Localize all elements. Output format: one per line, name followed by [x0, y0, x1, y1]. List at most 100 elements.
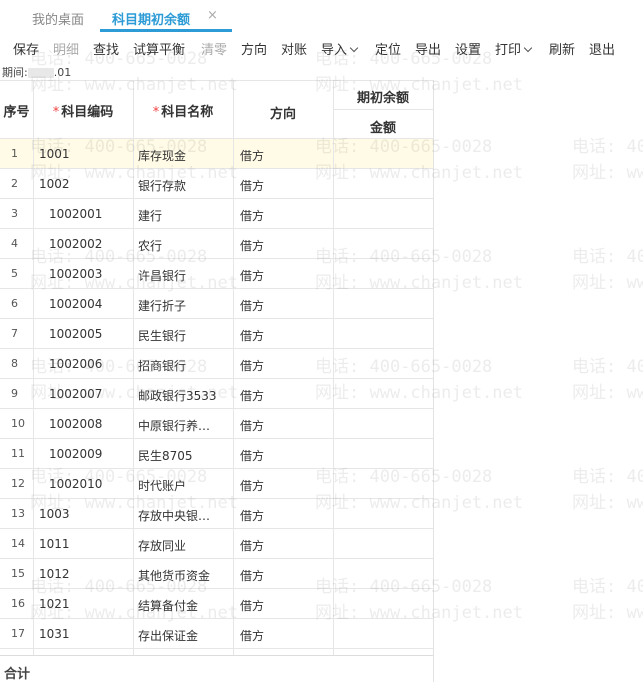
toolbar-button[interactable]: 保存	[13, 39, 39, 58]
toolbar-button[interactable]: 对账	[281, 39, 307, 58]
toolbar-button-label: 对账	[281, 43, 308, 58]
toolbar-button[interactable]: 清零	[201, 39, 227, 58]
watermark-text: 电话: 400-665-0028	[572, 577, 643, 597]
table-row[interactable]: 14 1011 存放同业 借方	[0, 529, 433, 559]
account-name: 民生8705	[138, 449, 193, 463]
chevron-down-icon	[349, 43, 359, 53]
tab-my-desktop[interactable]: 我的桌面	[32, 9, 84, 28]
toolbar-button[interactable]: 刷新	[549, 39, 575, 58]
row-index: 6	[11, 297, 18, 310]
row-index: 10	[11, 417, 25, 430]
balance-direction: 借方	[240, 389, 265, 403]
column-header-direction: 方向	[269, 107, 296, 122]
toolbar-button-label: 清零	[201, 43, 228, 58]
table-row[interactable]: 12 1002010 时代账户 借方	[0, 469, 433, 499]
watermark-text: 电话: 400-665-0028	[572, 247, 643, 267]
period-line: 期间: .01	[2, 64, 71, 80]
table-row[interactable]: 11 1002009 民生8705 借方	[0, 439, 433, 469]
account-name: 结算备付金	[138, 599, 199, 613]
balance-direction: 借方	[240, 209, 265, 223]
table-row[interactable]: 5 1002003 许昌银行 借方	[0, 259, 433, 289]
table-row[interactable]: 9 1002007 邮政银行3533 借方	[0, 379, 433, 409]
account-name: 中原银行养…	[138, 419, 211, 433]
column-header-opening-balance: 期初余额	[356, 91, 409, 106]
table-row[interactable]: 10 1002008 中原银行养… 借方	[0, 409, 433, 439]
account-name: 许昌银行	[138, 269, 187, 283]
account-code: 1002	[39, 177, 70, 191]
table-row[interactable]: 2 1002 银行存款 借方	[0, 169, 433, 199]
row-index: 7	[11, 327, 18, 340]
table-row[interactable]: 1 1001 库存现金 借方	[0, 139, 433, 169]
balance-grid: 序号 * 科目编码 * 科目名称 方向 期初余额 金额 1 1001 库存现金 借方 2 10…	[0, 80, 434, 682]
account-code: 1002006	[49, 357, 103, 371]
balance-direction: 借方	[240, 329, 265, 343]
table-row[interactable]: 13 1003 存放中央银… 借方	[0, 499, 433, 529]
toolbar-button-label: 导出	[415, 43, 442, 58]
account-name: 存放中央银…	[138, 509, 211, 523]
tab-bar: 我的桌面 科目期初余额 ×	[0, 0, 643, 34]
toolbar-button[interactable]: 试算平衡	[133, 39, 185, 58]
close-icon[interactable]: ×	[207, 8, 218, 23]
account-name: 农行	[138, 239, 163, 253]
toolbar: 保存 明细 查找 试算平衡 清零 方向 对账 导入 定位 导出 设置 打印 刷新 退出	[0, 36, 643, 58]
table-row[interactable]: 3 1002001 建行 借方	[0, 199, 433, 229]
row-index: 11	[11, 447, 25, 460]
required-mark: *	[52, 105, 60, 120]
balance-direction: 借方	[240, 299, 265, 313]
period-year-masked	[27, 68, 54, 78]
toolbar-button[interactable]: 打印	[495, 39, 533, 58]
table-row[interactable]: 4 1002002 农行 借方	[0, 229, 433, 259]
balance-direction: 借方	[240, 269, 265, 283]
table-row[interactable]: 15 1012 其他货币资金 借方	[0, 559, 433, 589]
watermark-text: 电话: 400-665-0028	[572, 137, 643, 157]
account-code: 1002005	[49, 327, 103, 341]
balance-direction: 借方	[240, 629, 265, 643]
table-row[interactable]: 6 1002004 建行折子 借方	[0, 289, 433, 319]
toolbar-button[interactable]: 方向	[241, 39, 267, 58]
toolbar-button-label: 设置	[455, 43, 482, 58]
toolbar-button[interactable]: 定位	[375, 39, 401, 58]
watermark-text: 网址: www.chanjet.net	[572, 163, 643, 183]
toolbar-button-label: 明细	[53, 43, 80, 58]
account-code: 1002003	[49, 267, 103, 281]
account-name: 其他货币资金	[138, 569, 211, 583]
header-divider	[0, 80, 433, 81]
account-code: 1002008	[49, 417, 103, 431]
balance-direction: 借方	[240, 449, 265, 463]
row-index: 16	[11, 597, 25, 610]
toolbar-button[interactable]: 导出	[415, 39, 441, 58]
chevron-down-icon	[523, 43, 533, 53]
active-tab-indicator	[100, 29, 232, 32]
watermark-text: 网址: www.chanjet.net	[572, 603, 643, 623]
account-code: 1002009	[49, 447, 103, 461]
toolbar-button[interactable]: 查找	[93, 39, 119, 58]
table-row[interactable]: 16 1021 结算备付金 借方	[0, 589, 433, 619]
row-index: 3	[11, 207, 18, 220]
watermark-text: 网址: www.chanjet.net	[572, 273, 643, 293]
header-divider	[333, 109, 433, 110]
row-index: 17	[11, 627, 25, 640]
account-name: 存放同业	[138, 539, 187, 553]
toolbar-button-label: 定位	[375, 43, 402, 58]
period-value: .01	[53, 66, 72, 79]
toolbar-button[interactable]: 明细	[53, 39, 79, 58]
balance-direction: 借方	[240, 419, 265, 433]
tab-opening-balance[interactable]: 科目期初余额	[112, 9, 190, 28]
balance-direction: 借方	[240, 479, 265, 493]
watermark-text: 网址: www.chanjet.net	[572, 383, 643, 403]
table-row[interactable]: 8 1002006 招商银行 借方	[0, 349, 433, 379]
table-row[interactable]: 17 1031 存出保证金 借方	[0, 619, 433, 649]
toolbar-button-label: 试算平衡	[133, 43, 186, 58]
toolbar-button[interactable]: 退出	[589, 39, 615, 58]
account-code: 1002001	[49, 207, 103, 221]
balance-direction: 借方	[240, 149, 265, 163]
table-row[interactable]: 7 1002005 民生银行 借方	[0, 319, 433, 349]
row-index: 12	[11, 477, 25, 490]
row-index: 2	[11, 177, 18, 190]
column-divider	[233, 80, 234, 655]
account-code: 1002010	[49, 477, 103, 491]
toolbar-button-label: 退出	[589, 43, 616, 58]
toolbar-button[interactable]: 导入	[321, 39, 359, 58]
toolbar-button[interactable]: 设置	[455, 39, 481, 58]
row-divider	[0, 648, 433, 649]
